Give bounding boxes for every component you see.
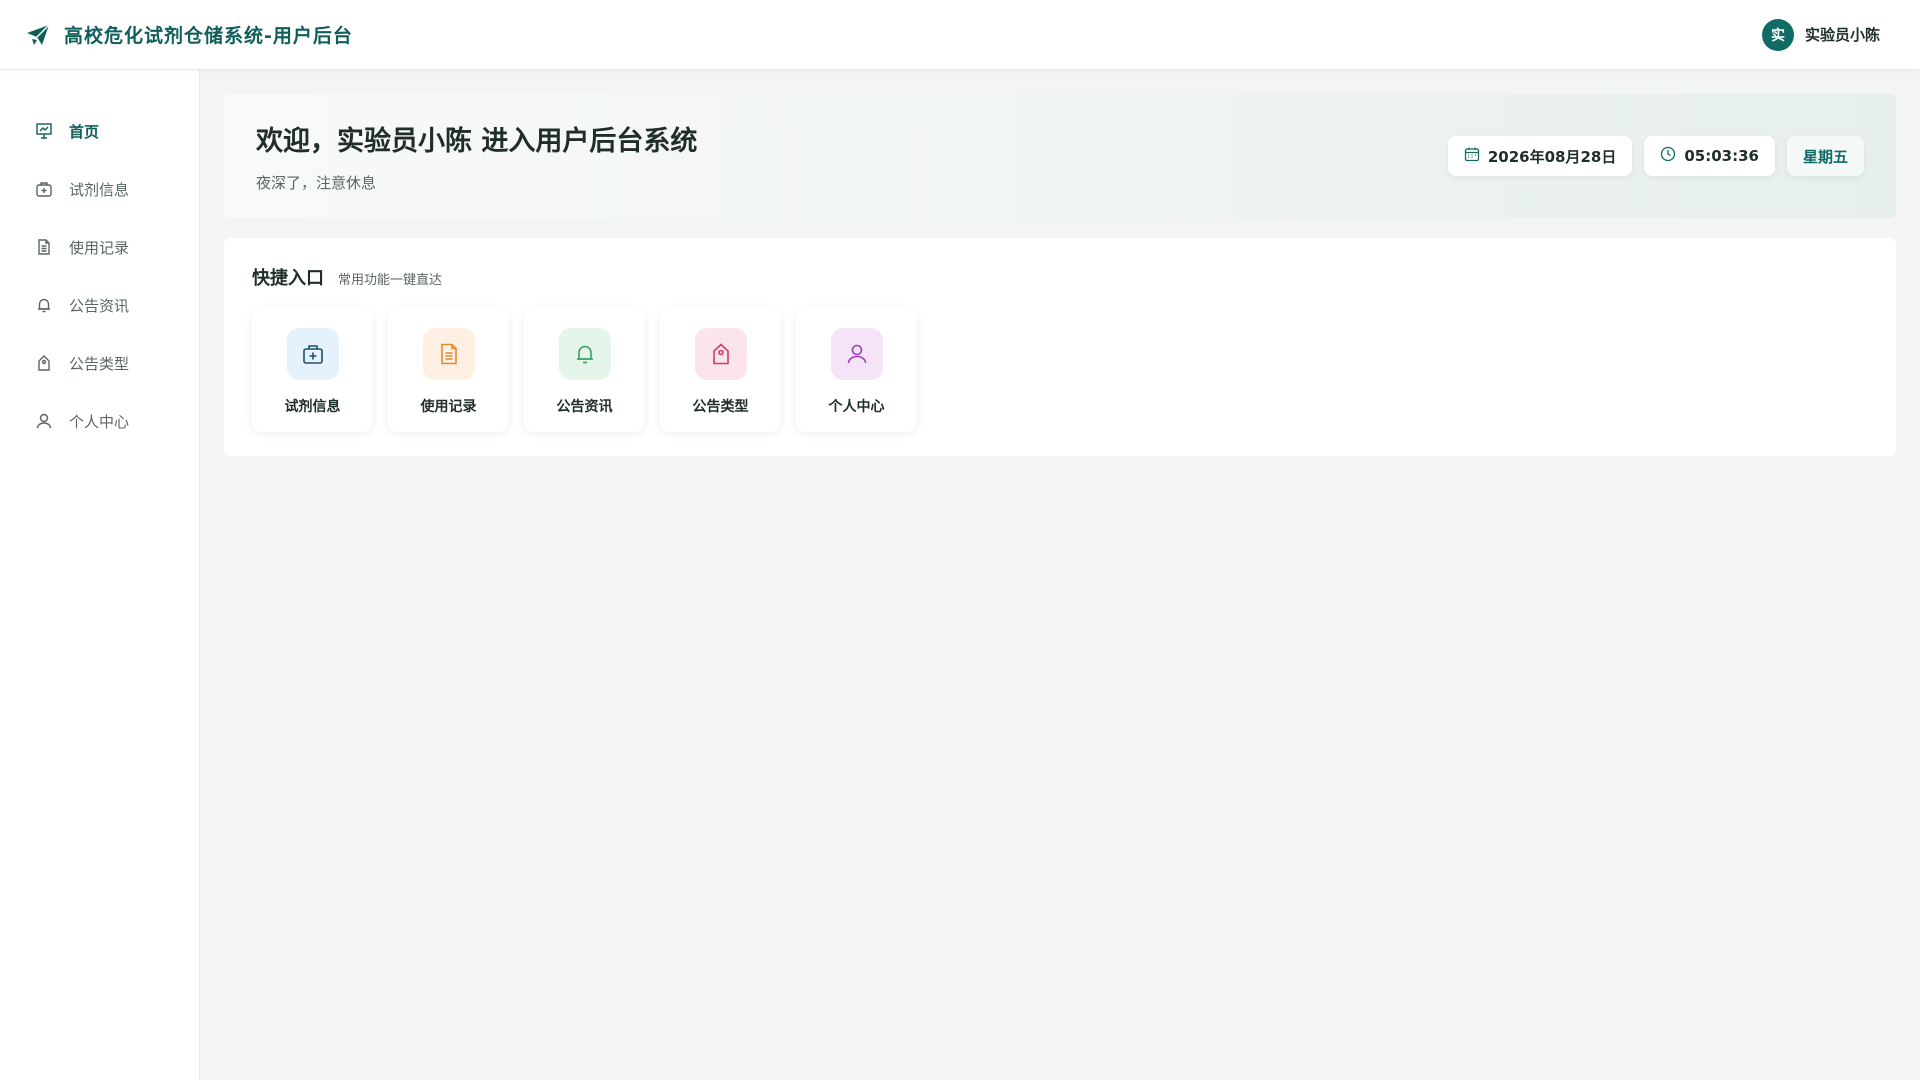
- quick-card-label: 试剂信息: [284, 399, 341, 415]
- sidebar-item-label: 公告类型: [69, 354, 130, 373]
- weekday-chip: 星期五: [1786, 136, 1864, 176]
- top-header: 高校危化试剂仓储系统-用户后台 实 实验员小陈: [0, 0, 1920, 70]
- clock-icon: [1660, 146, 1676, 166]
- quick-card-label: 公告资讯: [556, 399, 613, 415]
- sidebar-item-reagent-info[interactable]: 试剂信息: [0, 160, 199, 218]
- quick-access-panel: 快捷入口 常用功能一键直达 试剂信息 使用记录 公告资讯 公告类型 个人中心: [224, 238, 1896, 456]
- sidebar-item-label: 公告资讯: [69, 296, 130, 315]
- time-text: 05:03:36: [1684, 147, 1759, 165]
- quick-card-reagent-info[interactable]: 试剂信息: [252, 308, 373, 432]
- bell-icon: [35, 296, 53, 314]
- document-icon: [35, 238, 53, 256]
- sidebar-item-label: 试剂信息: [69, 180, 130, 199]
- calendar-icon: [1464, 146, 1480, 166]
- sidebar-item-label: 首页: [69, 122, 100, 141]
- quick-card-label: 使用记录: [420, 399, 477, 415]
- quick-card-announcement-types[interactable]: 公告类型: [660, 308, 781, 432]
- date-text: 2026年08月28日: [1487, 147, 1617, 166]
- quick-card-usage-records[interactable]: 使用记录: [388, 308, 509, 432]
- welcome-title: 欢迎，实验员小陈 进入用户后台系统: [256, 126, 698, 157]
- quick-card-label: 个人中心: [828, 399, 885, 415]
- user-icon: [830, 328, 883, 380]
- date-chip: 2026年08月28日: [1447, 136, 1633, 176]
- sidebar-item-usage-records[interactable]: 使用记录: [0, 218, 199, 276]
- sidebar-item-home[interactable]: 首页: [0, 102, 199, 160]
- avatar[interactable]: 实: [1761, 18, 1794, 51]
- datetime-chips: 2026年08月28日 05:03:36 星期五: [1447, 136, 1864, 176]
- tag-icon: [694, 328, 747, 380]
- welcome-subtitle: 夜深了，注意休息: [256, 174, 377, 192]
- presentation-icon: [35, 122, 53, 140]
- quick-card-profile[interactable]: 个人中心: [796, 308, 917, 432]
- sidebar-item-profile[interactable]: 个人中心: [0, 392, 199, 450]
- welcome-banner: 欢迎，实验员小陈 进入用户后台系统 夜深了，注意休息 2026年08月28日 0…: [224, 94, 1896, 218]
- brand[interactable]: 高校危化试剂仓储系统-用户后台: [26, 21, 353, 48]
- quick-access-cards: 试剂信息 使用记录 公告资讯 公告类型 个人中心: [252, 308, 1868, 432]
- medkit-icon: [35, 180, 53, 198]
- user-icon: [35, 412, 53, 430]
- app-title: 高校危化试剂仓储系统-用户后台: [64, 25, 353, 47]
- bell-icon: [558, 328, 611, 380]
- weekday-text: 星期五: [1802, 147, 1848, 166]
- sidebar-item-label: 使用记录: [69, 238, 130, 257]
- sidebar-item-label: 个人中心: [69, 412, 130, 431]
- quick-card-label: 公告类型: [692, 399, 749, 415]
- quick-access-subtitle: 常用功能一键直达: [338, 273, 443, 288]
- sidebar-item-announcement-types[interactable]: 公告类型: [0, 334, 199, 392]
- user-menu[interactable]: 实 实验员小陈: [1761, 18, 1880, 51]
- user-name[interactable]: 实验员小陈: [1805, 24, 1880, 45]
- document-icon: [422, 328, 475, 380]
- medkit-icon: [286, 328, 339, 380]
- sidebar-item-announcements[interactable]: 公告资讯: [0, 276, 199, 334]
- time-chip: 05:03:36: [1644, 136, 1775, 176]
- tag-icon: [35, 354, 53, 372]
- main-content: 欢迎，实验员小陈 进入用户后台系统 夜深了，注意休息 2026年08月28日 0…: [224, 94, 1896, 456]
- sidebar: 首页 试剂信息 使用记录 公告资讯 公告类型 个人中心: [0, 70, 200, 1080]
- quick-card-announcements[interactable]: 公告资讯: [524, 308, 645, 432]
- paper-plane-icon: [26, 23, 50, 47]
- quick-access-title: 快捷入口: [252, 268, 324, 289]
